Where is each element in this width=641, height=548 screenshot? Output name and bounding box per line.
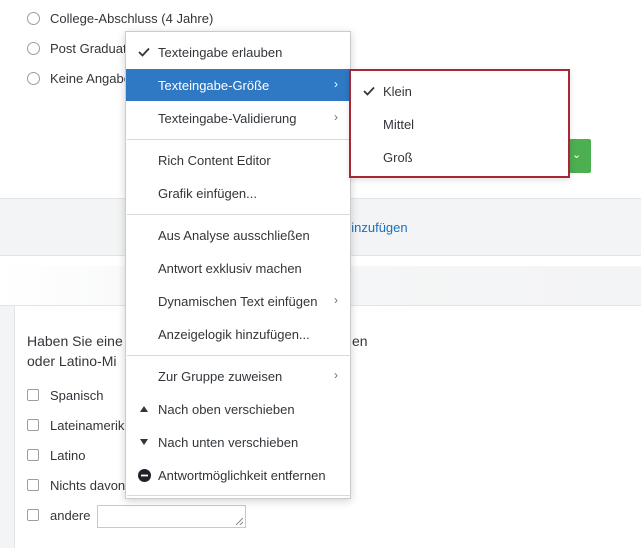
submenu-item-label: Klein — [383, 83, 412, 99]
chevron-right-icon: › — [334, 110, 338, 124]
menu-item-move-down[interactable]: Nach unten verschieben — [126, 426, 350, 458]
check-icon — [137, 45, 151, 59]
checkbox-option-row[interactable]: Spanisch — [27, 386, 103, 404]
chevron-right-icon: › — [334, 293, 338, 307]
menu-item-label: Texteingabe-Validierung — [158, 110, 297, 126]
menu-item-allow-text-entry[interactable]: Texteingabe erlauben — [126, 36, 350, 68]
menu-item-label: Nach unten verschieben — [158, 434, 299, 450]
checkbox-option-row[interactable]: Latino — [27, 446, 85, 464]
radio-option-label: Keine Angabe — [50, 70, 131, 86]
menu-item-label: Aus Analyse ausschließen — [158, 227, 310, 243]
question-text-tail: en — [352, 333, 368, 349]
radio-option-row[interactable]: College-Abschluss (4 Jahre) — [27, 9, 213, 27]
menu-divider — [127, 355, 351, 356]
radio-option-row[interactable]: Keine Angabe — [27, 69, 131, 87]
menu-item-label: Texteingabe-Größe — [158, 77, 270, 93]
text-entry-size-submenu: Klein Mittel Groß — [349, 69, 570, 178]
submenu-item-large[interactable]: Groß — [351, 141, 568, 173]
menu-item-text-entry-validation[interactable]: Texteingabe-Validierung › — [126, 102, 350, 134]
radio-option-label: College-Abschluss (4 Jahre) — [50, 10, 214, 26]
checkbox-option-row[interactable]: andere — [27, 506, 90, 524]
menu-item-label: Zur Gruppe zuweisen — [158, 368, 283, 384]
submenu-item-medium[interactable]: Mittel — [351, 108, 568, 140]
checkbox-option-label: Nichts davon — [50, 477, 126, 493]
choice-context-menu: Texteingabe erlauben Texteingabe-Größe ›… — [125, 31, 351, 499]
add-choice-link[interactable]: hinzufügen — [344, 220, 408, 235]
checkbox-option-label: Spanisch — [50, 387, 104, 403]
other-text-input[interactable] — [97, 505, 246, 528]
checkbox-option-label: Lateinamerik — [50, 417, 125, 433]
checkbox[interactable] — [27, 389, 39, 401]
menu-item-remove-choice[interactable]: Antwortmöglichkeit entfernen — [126, 459, 350, 491]
menu-item-label: Rich Content Editor — [158, 152, 271, 168]
checkbox-option-label: andere — [50, 507, 91, 523]
resize-handle-icon[interactable] — [236, 518, 243, 525]
radio-button[interactable] — [27, 71, 40, 85]
chevron-right-icon: › — [334, 77, 338, 91]
menu-item-label: Nach oben verschieben — [158, 401, 295, 417]
menu-item-text-entry-size[interactable]: Texteingabe-Größe › — [126, 69, 350, 101]
menu-item-exclude-from-analysis[interactable]: Aus Analyse ausschließen — [126, 219, 350, 251]
menu-item-label: Antwortmöglichkeit entfernen — [158, 467, 326, 483]
submenu-item-small[interactable]: Klein — [351, 75, 568, 107]
checkbox[interactable] — [27, 509, 39, 521]
checkbox-option-label: Latino — [50, 447, 86, 463]
radio-option-row[interactable]: Post Graduat — [27, 39, 127, 57]
chevron-right-icon: › — [334, 368, 338, 382]
checkbox[interactable] — [27, 449, 39, 461]
menu-item-label: Anzeigelogik hinzufügen... — [158, 326, 310, 342]
checkbox-option-row[interactable]: Nichts davon — [27, 476, 125, 494]
menu-item-label: Texteingabe erlauben — [158, 44, 283, 60]
radio-button[interactable] — [27, 11, 40, 25]
radio-button[interactable] — [27, 41, 40, 55]
menu-item-label: Grafik einfügen... — [158, 185, 257, 201]
menu-item-label: Dynamischen Text einfügen — [158, 293, 318, 309]
menu-divider — [127, 139, 351, 140]
checkbox[interactable] — [27, 479, 39, 491]
menu-item-rich-content-editor[interactable]: Rich Content Editor — [126, 144, 350, 176]
checkbox[interactable] — [27, 419, 39, 431]
triangle-up-icon — [137, 402, 151, 416]
menu-item-label: Antwort exklusiv machen — [158, 260, 302, 276]
radio-option-label: Post Graduat — [50, 40, 127, 56]
chevron-down-icon: ⌄ — [572, 149, 582, 161]
minus-circle-icon — [137, 468, 151, 482]
menu-divider — [127, 495, 351, 496]
submenu-item-label: Groß — [383, 149, 413, 165]
check-icon — [363, 84, 377, 98]
menu-item-move-up[interactable]: Nach oben verschieben — [126, 393, 350, 425]
menu-item-insert-graphic[interactable]: Grafik einfügen... — [126, 177, 350, 209]
menu-item-insert-dynamic-text[interactable]: Dynamischen Text einfügen › — [126, 285, 350, 317]
checkbox-option-row[interactable]: Lateinamerik — [27, 416, 124, 434]
menu-divider — [127, 214, 351, 215]
submenu-item-label: Mittel — [383, 116, 415, 132]
menu-item-assign-to-group[interactable]: Zur Gruppe zuweisen › — [126, 360, 350, 392]
triangle-down-icon — [137, 435, 151, 449]
menu-item-add-display-logic[interactable]: Anzeigelogik hinzufügen... — [126, 318, 350, 350]
menu-item-make-answer-exclusive[interactable]: Antwort exklusiv machen — [126, 252, 350, 284]
